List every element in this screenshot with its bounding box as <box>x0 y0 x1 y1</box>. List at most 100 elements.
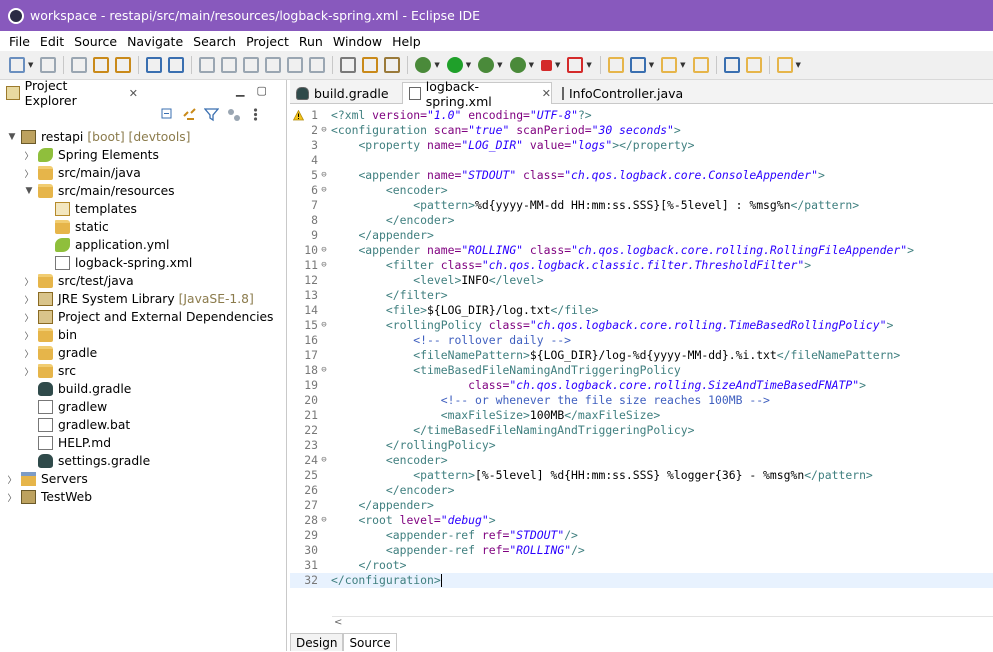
dropdown-arrow-icon[interactable]: ▼ <box>466 61 471 69</box>
tree-item[interactable]: gradlew <box>0 398 286 416</box>
new-package-icon[interactable] <box>629 57 646 73</box>
step-over-icon[interactable] <box>287 57 304 73</box>
dropdown-arrow-icon[interactable]: ▼ <box>680 61 685 69</box>
tab-infocontroller-java[interactable]: InfoController.java <box>556 82 683 104</box>
tree-item[interactable]: ▼ src/main/resources <box>0 182 286 200</box>
fold-toggle-icon[interactable]: ⊖ <box>318 258 330 273</box>
horizontal-scrollbar[interactable]: < <box>332 616 993 631</box>
tab-project-explorer[interactable]: Project Explorer ✕ <box>2 78 138 108</box>
dropdown-arrow-icon[interactable]: ▼ <box>586 61 591 69</box>
fold-toggle-icon[interactable]: ⊖ <box>318 318 330 333</box>
maximize-icon[interactable]: ▢ <box>256 84 266 97</box>
tab-design[interactable]: Design <box>290 633 344 651</box>
dropdown-arrow-icon[interactable]: ▼ <box>28 61 33 69</box>
tree-item[interactable]: 〉 src <box>0 362 286 380</box>
fold-toggle-icon[interactable]: ⊖ <box>318 363 330 378</box>
tree-item[interactable]: 〉 src/test/java <box>0 272 286 290</box>
menu-source[interactable]: Source <box>69 34 122 49</box>
chevron-right-icon[interactable]: 〉 <box>23 293 35 306</box>
tree-item[interactable]: logback-spring.xml <box>0 254 286 272</box>
step-into-icon[interactable] <box>265 57 282 73</box>
link-with-editor-icon[interactable] <box>182 107 197 122</box>
chevron-down-icon[interactable]: ▼ <box>6 132 18 142</box>
resume-icon[interactable] <box>199 57 216 73</box>
save-all-icon[interactable] <box>71 57 88 73</box>
tree-item[interactable]: application.yml <box>0 236 286 254</box>
tree-item[interactable]: 〉 gradle <box>0 344 286 362</box>
run-icon[interactable] <box>446 57 463 73</box>
collapse-all-icon[interactable] <box>160 107 175 122</box>
chevron-right-icon[interactable]: 〉 <box>23 275 35 288</box>
tree-item[interactable]: static <box>0 218 286 236</box>
tree-item[interactable]: 〉 TestWeb <box>0 488 286 506</box>
menu-navigate[interactable]: Navigate <box>122 34 188 49</box>
close-icon[interactable]: ✕ <box>542 87 551 100</box>
filter-icon[interactable] <box>340 57 357 73</box>
scroll-left-icon[interactable]: < <box>334 617 342 628</box>
open-type-icon[interactable] <box>115 57 132 73</box>
debug-icon[interactable] <box>415 57 432 73</box>
build-icon[interactable] <box>93 57 110 73</box>
fold-toggle-icon[interactable]: ⊖ <box>318 453 330 468</box>
step-return-icon[interactable] <box>309 57 326 73</box>
filter-icon[interactable] <box>204 107 219 122</box>
focus-icon[interactable] <box>226 107 241 122</box>
chevron-right-icon[interactable]: 〉 <box>23 311 35 324</box>
marker-icon[interactable] <box>384 57 401 73</box>
fold-toggle-icon[interactable]: ⊖ <box>318 513 330 528</box>
menu-search[interactable]: Search <box>188 34 241 49</box>
tree-item[interactable]: HELP.md <box>0 434 286 452</box>
dropdown-arrow-icon[interactable]: ▼ <box>796 61 801 69</box>
dropdown-arrow-icon[interactable]: ▼ <box>555 61 560 69</box>
chevron-right-icon[interactable]: 〉 <box>6 473 18 486</box>
chevron-right-icon[interactable]: 〉 <box>6 491 18 504</box>
search-icon[interactable] <box>692 57 709 73</box>
fold-toggle-icon[interactable]: ⊖ <box>318 183 330 198</box>
tab-build-gradle[interactable]: build.gradle <box>290 82 398 104</box>
pin-icon[interactable] <box>168 57 185 73</box>
tree-item[interactable]: templates <box>0 200 286 218</box>
tree-item[interactable]: settings.gradle <box>0 452 286 470</box>
tab-logback-spring-xml[interactable]: logback-spring.xml ✕ <box>402 79 552 109</box>
chevron-down-icon[interactable]: ▼ <box>23 186 35 196</box>
dropdown-arrow-icon[interactable]: ▼ <box>529 61 534 69</box>
stop-icon[interactable] <box>540 59 552 71</box>
tree-item[interactable]: 〉 Project and External Dependencies <box>0 308 286 326</box>
close-icon[interactable]: ✕ <box>129 87 138 100</box>
fold-toggle-icon[interactable]: ⊖ <box>318 243 330 258</box>
wizard-icon[interactable] <box>362 57 379 73</box>
fold-toggle-icon[interactable]: ⊖ <box>318 123 330 138</box>
next-annotation-icon[interactable] <box>776 57 793 73</box>
save-icon[interactable] <box>40 57 57 73</box>
chevron-right-icon[interactable]: 〉 <box>23 329 35 342</box>
fold-toggle-icon[interactable]: ⊖ <box>318 168 330 183</box>
chevron-right-icon[interactable]: 〉 <box>23 365 35 378</box>
chevron-right-icon[interactable]: 〉 <box>23 347 35 360</box>
tree-item[interactable]: ▼ restapi [boot] [devtools] <box>0 128 286 146</box>
menu-edit[interactable]: Edit <box>35 34 69 49</box>
dropdown-arrow-icon[interactable]: ▼ <box>497 61 502 69</box>
new-class-icon[interactable] <box>607 57 624 73</box>
menu-help[interactable]: Help <box>387 34 426 49</box>
tree-item[interactable]: 〉 JRE System Library [JavaSE-1.8] <box>0 290 286 308</box>
dropdown-arrow-icon[interactable]: ▼ <box>649 61 654 69</box>
java-perspective-icon[interactable] <box>745 57 762 73</box>
menu-project[interactable]: Project <box>241 34 294 49</box>
suspend-icon[interactable] <box>221 57 238 73</box>
tab-source[interactable]: Source <box>343 633 397 651</box>
run-external-icon[interactable] <box>509 57 526 73</box>
open-task-icon[interactable] <box>661 57 678 73</box>
coverage-icon[interactable] <box>478 57 495 73</box>
tree-item[interactable]: gradlew.bat <box>0 416 286 434</box>
external-tools-icon[interactable] <box>567 57 584 73</box>
view-menu-icon[interactable] <box>248 107 263 122</box>
tree-item[interactable]: 〉 Servers <box>0 470 286 488</box>
terminate-icon[interactable] <box>243 57 260 73</box>
chevron-right-icon[interactable]: 〉 <box>23 167 35 180</box>
menu-window[interactable]: Window <box>328 34 387 49</box>
globe-icon[interactable] <box>723 57 740 73</box>
code-area[interactable]: 1 <?xml version="1.0" encoding="UTF-8"?> 2… <box>290 108 993 588</box>
console-icon[interactable] <box>146 57 163 73</box>
tree-item[interactable]: 〉 Spring Elements <box>0 146 286 164</box>
chevron-right-icon[interactable]: 〉 <box>23 149 35 162</box>
